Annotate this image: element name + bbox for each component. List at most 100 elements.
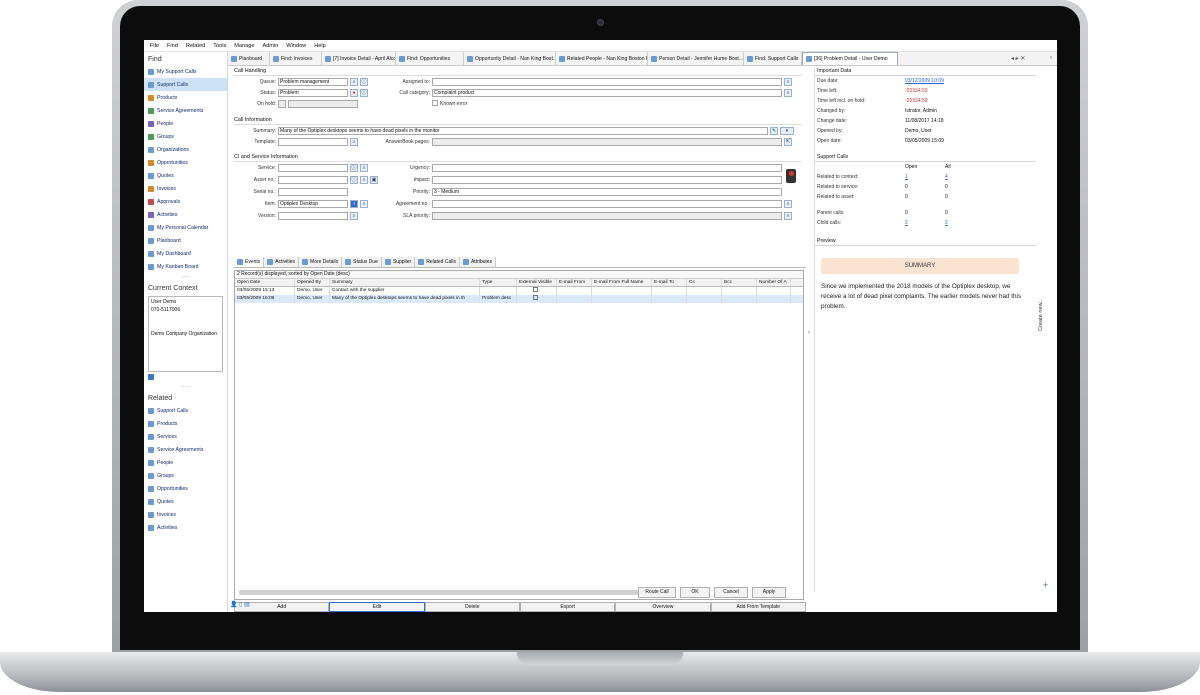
assignedto-field[interactable]	[432, 78, 782, 86]
asset-open-icon[interactable]: ▣	[370, 176, 378, 184]
support-open-count[interactable]: 1	[905, 174, 945, 180]
menu-tools[interactable]: Tools	[213, 43, 226, 49]
subtab-status-due[interactable]: Status Due	[342, 257, 382, 267]
sidebar-item-my-personal-calendar[interactable]: My Personal Calendar	[144, 221, 227, 234]
menu-window[interactable]: Window	[286, 43, 306, 49]
answerbook-open-icon[interactable]: ⇱	[784, 138, 792, 146]
item-field[interactable]: Optiplex Desktop	[278, 200, 348, 208]
priority-select[interactable]: 3 - Medium	[432, 188, 782, 196]
grid-col-header[interactable]: E-mail From	[557, 279, 592, 286]
grid-col-header[interactable]: External Visible	[517, 279, 557, 286]
expand-right-panel-icon[interactable]: ›	[808, 330, 810, 336]
grid-col-header[interactable]: Open Date	[235, 279, 295, 286]
service-lookup-icon[interactable]: ⌕	[360, 164, 368, 172]
plus-icon[interactable]: +	[1043, 580, 1048, 590]
status-flag-icon[interactable]: ●	[350, 89, 358, 97]
impact-select[interactable]	[432, 176, 782, 184]
menu-admin[interactable]: Admin	[262, 43, 278, 49]
external-visible-checkbox[interactable]	[533, 287, 538, 292]
queue-field[interactable]: Problem management	[278, 78, 348, 86]
summary-menu-icon[interactable]: ▾	[780, 127, 794, 135]
sidebar-item-support-calls[interactable]: Support Calls	[144, 78, 227, 91]
sidebar-item-opportunities[interactable]: Opportunities	[144, 156, 227, 169]
tab-1[interactable]: Find: Invoices	[270, 52, 322, 65]
assignedto-lookup-icon[interactable]: ⌕	[784, 78, 792, 86]
sidebar-item-quotes[interactable]: Quotes	[144, 169, 227, 182]
panel-collapse-icon[interactable]: ‹	[1050, 55, 1052, 61]
add-from-template-button[interactable]: Add From Template	[710, 602, 806, 612]
menu-manage[interactable]: Manage	[234, 43, 254, 49]
sidebar-item-my-support-calls[interactable]: My Support Calls	[144, 65, 227, 78]
sidebar-item-planboard[interactable]: Planboard	[144, 234, 227, 247]
tab-6[interactable]: Person Detail - Jennifer Hume Bost...	[648, 52, 744, 65]
answerbook-field[interactable]	[432, 138, 782, 146]
subtab-supplier[interactable]: Supplier	[381, 257, 416, 267]
sidebar-item-approvals[interactable]: Approvals	[144, 195, 227, 208]
related-item-people[interactable]: People	[144, 456, 227, 469]
summary-field[interactable]: Many of the Optiplex desktops seems to h…	[278, 127, 768, 135]
route-call-button[interactable]: Route Call	[638, 587, 676, 598]
tab-7[interactable]: Find: Support Calls	[744, 52, 802, 65]
queue-lookup-icon[interactable]: ⌕	[350, 78, 358, 86]
sidebar-item-activities[interactable]: Activities	[144, 208, 227, 221]
related-item-support-calls[interactable]: Support Calls	[144, 404, 227, 417]
apply-button[interactable]: Apply	[752, 587, 786, 598]
version-lookup-icon[interactable]: ⌕	[350, 212, 358, 220]
queue-info-icon[interactable]: ⓘ	[360, 78, 368, 86]
service-info-icon[interactable]: ⓘ	[350, 164, 358, 172]
support-all-count[interactable]: 2	[945, 220, 948, 226]
menu-file[interactable]: File	[150, 43, 159, 49]
tab-8[interactable]: [36] Problem Detail - User Demo	[802, 52, 898, 65]
grid-col-header[interactable]: Number Of A	[757, 279, 791, 286]
asset-info-icon[interactable]: ⓘ	[350, 176, 358, 184]
related-item-opportunities[interactable]: Opportunities	[144, 482, 227, 495]
related-item-products[interactable]: Products	[144, 417, 227, 430]
cancel-button[interactable]: Cancel	[714, 587, 748, 598]
agreement-lookup-icon[interactable]: ⌕	[784, 200, 792, 208]
important-value[interactable]: 03/12/2009 10:09	[905, 78, 1036, 84]
subtab-activities[interactable]: Activities	[264, 257, 300, 267]
related-item-invoices[interactable]: Invoices	[144, 508, 227, 521]
subtab-attributes[interactable]: Attributes	[459, 257, 497, 267]
sidebar-item-service-agreements[interactable]: Service Agreements	[144, 104, 227, 117]
delete-button[interactable]: Delete	[424, 602, 520, 612]
grid-col-header[interactable]: E-mail From Full Name	[592, 279, 652, 286]
tab-5[interactable]: Related People - Nan King Boston F...	[556, 52, 648, 65]
tab-nav-arrows[interactable]: ◂ ▸ ✕	[1011, 55, 1025, 62]
sla-field[interactable]	[432, 212, 782, 220]
known-error-checkbox[interactable]	[432, 100, 438, 106]
version-field[interactable]	[278, 212, 348, 220]
sidebar-item-organizations[interactable]: Organizations	[144, 143, 227, 156]
sidebar-item-groups[interactable]: Groups	[144, 130, 227, 143]
grid-col-header[interactable]: E-mail To	[652, 279, 687, 286]
edit-button[interactable]: Edit	[329, 602, 425, 612]
table-row[interactable]: 03/05/2009 15:13 Demo, User Contact with t…	[235, 287, 803, 295]
grid-col-header[interactable]: Bcc	[722, 279, 757, 286]
related-item-quotes[interactable]: Quotes	[144, 495, 227, 508]
create-new-sidebar[interactable]: Create new...	[1038, 280, 1052, 350]
tab-2[interactable]: [7] Invoice Detail - April Alcott ...	[322, 52, 396, 65]
horizontal-scrollbar[interactable]	[239, 590, 659, 595]
menu-related[interactable]: Related	[186, 43, 205, 49]
onhold-checkbox[interactable]	[278, 100, 286, 108]
tab-0[interactable]: Planboard	[228, 52, 270, 65]
sla-lookup-icon[interactable]: ⌕	[784, 212, 792, 220]
sidebar-item-my-dashboard[interactable]: My Dashboard	[144, 247, 227, 260]
urgency-select[interactable]	[432, 164, 782, 172]
grid-col-header[interactable]: Type	[480, 279, 517, 286]
related-item-service-agreements[interactable]: Service Agreements	[144, 443, 227, 456]
related-item-groups[interactable]: Groups	[144, 469, 227, 482]
grid-col-header[interactable]: Summary	[330, 279, 480, 286]
spellcheck-icon[interactable]: ✎	[770, 127, 778, 135]
service-field[interactable]	[278, 164, 348, 172]
item-lookup-icon[interactable]: ⌕	[360, 200, 368, 208]
overview-button[interactable]: Overview	[615, 602, 711, 612]
related-item-services[interactable]: Services	[144, 430, 227, 443]
grid-col-header[interactable]: Cc	[687, 279, 722, 286]
menu-help[interactable]: Help	[314, 43, 326, 49]
sidebar-item-invoices[interactable]: Invoices	[144, 182, 227, 195]
category-field[interactable]: Complaint product	[432, 89, 782, 97]
related-item-activities[interactable]: Activities	[144, 521, 227, 534]
sidebar-item-my-kanban-board[interactable]: My Kanban Board	[144, 260, 227, 273]
tab-4[interactable]: Opportunity Detail - Nan King Bost...	[464, 52, 556, 65]
